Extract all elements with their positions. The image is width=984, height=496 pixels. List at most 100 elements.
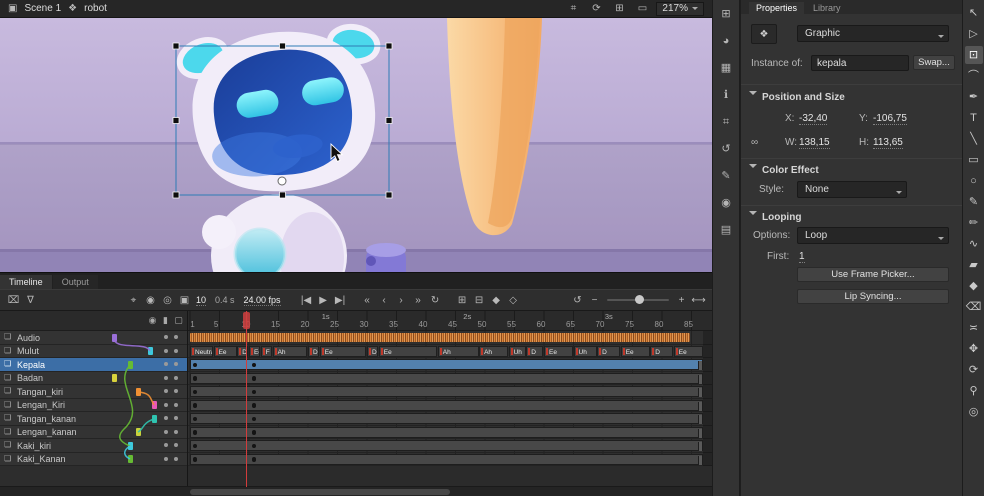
y-value[interactable]: -106,75	[873, 113, 907, 125]
tab-library[interactable]: Library	[806, 2, 848, 14]
layer-color-swatch[interactable]	[148, 347, 153, 355]
step-back-icon[interactable]: |◀	[299, 295, 314, 306]
breadcrumb-symbol[interactable]: robot	[84, 3, 107, 14]
phoneme-segment[interactable]: Ee	[379, 346, 438, 357]
layer-color-swatch[interactable]	[136, 388, 141, 396]
phoneme-segment[interactable]: Uh	[574, 346, 597, 357]
layer-visibility-dot[interactable]	[164, 416, 168, 420]
layer-row[interactable]: ❏Tangan_kanan	[0, 412, 187, 426]
show-hide-all-icon[interactable]: ◉	[148, 315, 157, 326]
style-dropdown[interactable]: None	[797, 181, 907, 198]
frame-row[interactable]	[188, 426, 712, 440]
pen-tool-icon[interactable]: ✒	[965, 88, 983, 106]
fit-view-icon[interactable]: ▭	[635, 3, 649, 14]
fit-timeline-icon[interactable]: ⟷	[691, 295, 706, 306]
transformation-point[interactable]	[278, 177, 286, 185]
layer-lock-dot[interactable]	[174, 335, 178, 339]
layer-color-swatch[interactable]	[128, 442, 133, 450]
layer-visibility-dot[interactable]	[164, 457, 168, 461]
delete-icon[interactable]: ⌧	[6, 295, 21, 306]
layer-lock-dot[interactable]	[174, 389, 178, 393]
keyframe[interactable]	[193, 430, 198, 435]
tab-properties[interactable]: Properties	[749, 2, 804, 14]
instance-name-field[interactable]	[811, 55, 909, 71]
phoneme-segment[interactable]: Ah	[273, 346, 308, 357]
phoneme-segment[interactable]: Ee	[249, 346, 260, 357]
lip-syncing-button[interactable]: Lip Syncing...	[797, 289, 949, 304]
layer-color-swatch[interactable]	[136, 428, 141, 436]
keyframe[interactable]	[252, 457, 257, 462]
playhead[interactable]	[243, 312, 250, 329]
prev-keyframe-icon[interactable]: ‹	[377, 295, 392, 306]
layer-lock-dot[interactable]	[174, 457, 178, 461]
center-frame-icon[interactable]: ⌖	[126, 295, 141, 306]
keyframe[interactable]	[252, 390, 257, 395]
layer-visibility-dot[interactable]	[164, 403, 168, 407]
selection-tool-icon[interactable]: ↖	[965, 4, 983, 22]
reset-timeline-zoom-icon[interactable]: ↺	[570, 295, 585, 306]
history-panel-icon[interactable]: ↺	[717, 141, 735, 157]
phoneme-segment[interactable]: Ee	[214, 346, 237, 357]
zoom-out-icon[interactable]: −	[587, 295, 602, 306]
scrollbar-thumb[interactable]	[190, 489, 450, 495]
layer-row[interactable]: ❏Kepala	[0, 358, 187, 372]
layer-lock-dot[interactable]	[174, 376, 178, 380]
phoneme-segment[interactable]: Ee	[320, 346, 367, 357]
layer-row[interactable]: ❏Lengan_Kiri	[0, 399, 187, 413]
layer-color-swatch[interactable]	[152, 401, 157, 409]
info-panel-icon[interactable]: ℹ	[717, 87, 735, 103]
phoneme-segment[interactable]: Ah	[438, 346, 479, 357]
layer-visibility-dot[interactable]	[164, 362, 168, 366]
phoneme-segment[interactable]: D	[308, 346, 319, 357]
next-keyframe-icon[interactable]: ›	[394, 295, 409, 306]
text-tool-icon[interactable]: T	[965, 109, 983, 127]
frame-row[interactable]	[188, 439, 712, 453]
onion-skin-icon[interactable]: ◉	[143, 295, 158, 306]
frame-span[interactable]	[190, 359, 703, 370]
phoneme-segment[interactable]: Ee	[674, 346, 703, 357]
frame-span[interactable]	[190, 454, 703, 465]
keyframe[interactable]	[252, 363, 257, 368]
go-first-icon[interactable]: «	[360, 295, 375, 306]
oval-tool-icon[interactable]: ○	[965, 172, 983, 190]
layer-lock-dot[interactable]	[174, 349, 178, 353]
frame-row[interactable]	[188, 399, 712, 413]
layer-lock-dot[interactable]	[174, 430, 178, 434]
align-panel-icon[interactable]: ⊞	[717, 6, 735, 22]
keyframe[interactable]	[252, 444, 257, 449]
phoneme-segment[interactable]: Uh	[509, 346, 526, 357]
layer-visibility-dot[interactable]	[164, 443, 168, 447]
remove-frame-icon[interactable]: ⊟	[472, 295, 487, 306]
timeline-zoom-knob[interactable]	[635, 295, 644, 304]
keyframe[interactable]	[193, 444, 198, 449]
layer-row[interactable]: ❏Kaki_Kanan	[0, 453, 187, 467]
h-value[interactable]: 113,65	[873, 137, 903, 149]
frame-row[interactable]: NeutralEeDEeFAhDEeDEeAhAhUhDEeUhDEeDEe	[188, 345, 712, 359]
use-frame-picker-button[interactable]: Use Frame Picker...	[797, 267, 949, 282]
scenes-panel-icon[interactable]: ◉	[717, 195, 735, 211]
phoneme-segment[interactable]: D	[650, 346, 673, 357]
phoneme-segment[interactable]: Neutral	[190, 346, 213, 357]
keyframe[interactable]	[252, 430, 257, 435]
frame-row[interactable]	[188, 412, 712, 426]
brush-tool-icon[interactable]: ✏	[965, 214, 983, 232]
camera-tool-icon[interactable]: ◎	[965, 403, 983, 421]
layer-lock-dot[interactable]	[174, 416, 178, 420]
lock-all-icon[interactable]: ▮	[161, 315, 170, 326]
layer-row[interactable]: ❏Kaki_kiri	[0, 439, 187, 453]
layer-row[interactable]: ❏Lengan_kanan	[0, 426, 187, 440]
width-tool-icon[interactable]: ≍	[965, 319, 983, 337]
layer-visibility-dot[interactable]	[164, 430, 168, 434]
phoneme-segment[interactable]: F	[261, 346, 272, 357]
symbol-type-dropdown[interactable]: Graphic	[797, 25, 949, 42]
frame-row[interactable]	[188, 372, 712, 386]
frame-span[interactable]	[190, 427, 703, 438]
frame-span[interactable]	[190, 386, 703, 397]
timeline-scrollbar[interactable]	[0, 486, 712, 496]
keyframe[interactable]	[193, 417, 198, 422]
swatches-panel-icon[interactable]: ▦	[717, 60, 735, 76]
keyframe[interactable]	[193, 363, 198, 368]
onion-skin-outlines-icon[interactable]: ◎	[160, 295, 175, 306]
frame-span[interactable]	[190, 413, 703, 424]
current-frame-indicator[interactable]: 10	[196, 295, 206, 306]
